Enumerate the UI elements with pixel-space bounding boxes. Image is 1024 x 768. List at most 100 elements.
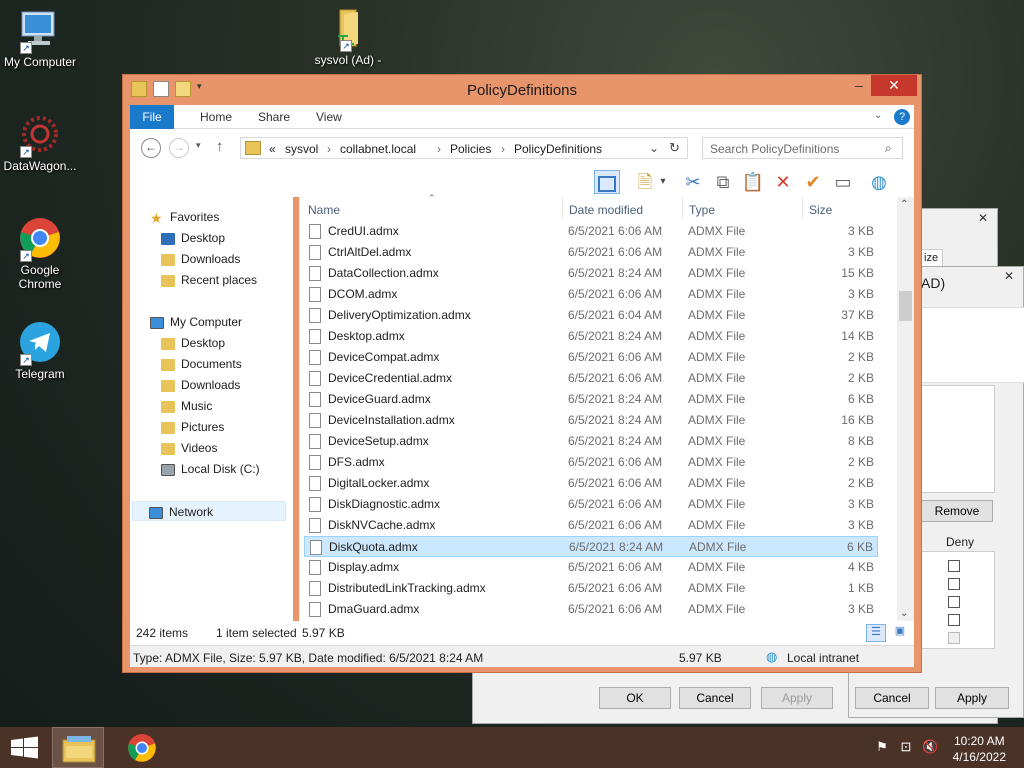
details-view-icon[interactable]: ☰	[866, 624, 886, 642]
nav-local-disk[interactable]: Local Disk (C:)	[161, 459, 260, 479]
vertical-scrollbar[interactable]: ⌃ ⌄	[897, 197, 914, 621]
desktop-icon-telegram[interactable]: ↗ Telegram	[0, 320, 80, 381]
desktop-icon-my-computer[interactable]: ↗ My Computer	[0, 8, 80, 69]
deny-checkbox[interactable]	[948, 614, 960, 626]
file-row[interactable]: CredUI.admx 6/5/2021 6:06 AM ADMX File 3 KB	[304, 221, 878, 242]
scrollbar-thumb[interactable]	[899, 291, 912, 321]
bg-cancel-button-2[interactable]: Cancel	[855, 687, 929, 709]
network-status-icon[interactable]: ⊡	[898, 739, 914, 755]
file-row[interactable]: DeviceCredential.admx 6/5/2021 6:06 AM ADM…	[304, 368, 878, 389]
copy-icon[interactable]: ⧉	[710, 170, 736, 194]
nav-documents[interactable]: Documents	[161, 354, 242, 374]
chevron-down-icon[interactable]: ▾	[656, 170, 670, 194]
file-row[interactable]: DeviceSetup.admx 6/5/2021 8:24 AM ADMX Fil…	[304, 431, 878, 452]
start-button[interactable]	[0, 727, 50, 768]
minimize-button[interactable]: –	[845, 75, 873, 96]
bg-close-button[interactable]: ✕	[973, 211, 993, 229]
nav-desktop[interactable]: Desktop	[161, 333, 225, 353]
cut-icon[interactable]: ✂	[680, 170, 706, 194]
back-button[interactable]: ←	[141, 138, 161, 158]
refresh-icon[interactable]: ↻	[669, 140, 680, 156]
address-dropdown-icon[interactable]: ⌄	[649, 141, 659, 155]
close-button[interactable]: ✕	[871, 75, 917, 96]
navigation-pane-icon[interactable]	[594, 170, 620, 194]
recent-locations-icon[interactable]: ▾	[196, 140, 201, 151]
file-row[interactable]: Desktop.admx 6/5/2021 8:24 AM ADMX File 14 …	[304, 326, 878, 347]
file-row[interactable]: DeviceInstallation.admx 6/5/2021 8:24 AM A…	[304, 410, 878, 431]
bg-apply-button[interactable]: Apply	[761, 687, 833, 709]
nav-music[interactable]: Music	[161, 396, 212, 416]
column-header-name[interactable]: Name	[308, 203, 340, 217]
tab-share[interactable]: Share	[246, 105, 302, 129]
bg-remove-button[interactable]: Remove	[921, 500, 993, 522]
scroll-up-icon[interactable]: ⌃	[900, 199, 908, 210]
file-row[interactable]: DmaGuard.admx 6/5/2021 6:06 AM ADMX File 3 …	[304, 599, 878, 620]
up-button[interactable]: ↑	[216, 138, 224, 155]
breadcrumb-policies[interactable]: Policies	[450, 142, 491, 156]
column-divider[interactable]	[802, 197, 803, 219]
nav-videos[interactable]: Videos	[161, 438, 217, 458]
column-divider[interactable]	[682, 197, 683, 219]
nav-recent-places[interactable]: Recent places	[161, 270, 257, 290]
bg-ok-button[interactable]: OK	[599, 687, 671, 709]
paste-icon[interactable]: 📋	[740, 170, 766, 194]
taskbar-chrome[interactable]	[116, 727, 168, 768]
tab-home[interactable]: Home	[188, 105, 244, 129]
breadcrumb-sysvol[interactable]: sysvol	[285, 142, 318, 156]
column-divider[interactable]	[562, 197, 563, 219]
file-row[interactable]: DiskQuota.admx 6/5/2021 8:24 AM ADMX File 6…	[304, 536, 878, 557]
column-header-type[interactable]: Type	[689, 203, 715, 217]
breadcrumb-collabnet[interactable]: collabnet.local	[340, 142, 416, 156]
nav-downloads[interactable]: Downloads	[161, 375, 240, 395]
title-bar[interactable]: ▾ PolicyDefinitions – ✕	[123, 75, 921, 105]
large-icons-view-icon[interactable]: ▣	[890, 624, 910, 642]
file-row[interactable]: DFS.admx 6/5/2021 6:06 AM ADMX File 2 KB	[304, 452, 878, 473]
bg-apply-button-2[interactable]: Apply	[935, 687, 1009, 709]
file-row[interactable]: DiskNVCache.admx 6/5/2021 6:06 AM ADMX Fil…	[304, 515, 878, 536]
deny-checkbox[interactable]	[948, 560, 960, 572]
volume-muted-icon[interactable]: 🔇	[922, 739, 938, 755]
deny-checkbox[interactable]	[948, 578, 960, 590]
breadcrumb-policydefinitions[interactable]: PolicyDefinitions	[514, 142, 602, 156]
properties-checklist-icon[interactable]: 🗎	[632, 170, 658, 194]
forward-button[interactable]: →	[169, 138, 189, 158]
deny-checkbox[interactable]	[948, 596, 960, 608]
ribbon-expand-icon[interactable]: ⌄	[874, 110, 882, 121]
action-center-flag-icon[interactable]: ⚑	[874, 739, 890, 755]
globe-icon[interactable]: ◍	[866, 170, 892, 194]
nav-pictures[interactable]: Pictures	[161, 417, 224, 437]
desktop-icon-sysvol[interactable]: ↗ sysvol (Ad) -	[308, 6, 388, 67]
system-clock[interactable]: 10:20 AM 4/16/2022	[953, 733, 1006, 765]
file-row[interactable]: DigitalLocker.admx 6/5/2021 6:06 AM ADMX F…	[304, 473, 878, 494]
file-row[interactable]: DCOM.admx 6/5/2021 6:06 AM ADMX File 3 KB	[304, 284, 878, 305]
bg-cancel-button[interactable]: Cancel	[679, 687, 751, 709]
file-row[interactable]: Display.admx 6/5/2021 6:06 AM ADMX File 4 K…	[304, 557, 878, 578]
deny-checkbox[interactable]	[948, 632, 960, 644]
desktop-icon-chrome[interactable]: ↗ Google Chrome	[0, 216, 80, 291]
file-row[interactable]: DataCollection.admx 6/5/2021 8:24 AM ADMX …	[304, 263, 878, 284]
search-input[interactable]: Search PolicyDefinitions ⌕	[702, 137, 903, 159]
file-row[interactable]: DiskDiagnostic.admx 6/5/2021 6:06 AM ADMX …	[304, 494, 878, 515]
file-row[interactable]: CtrlAltDel.admx 6/5/2021 6:06 AM ADMX File…	[304, 242, 878, 263]
breadcrumb-overflow[interactable]: «	[269, 142, 276, 156]
nav-my-computer[interactable]: My Computer	[150, 312, 242, 332]
file-row[interactable]: DeviceGuard.admx 6/5/2021 8:24 AM ADMX Fil…	[304, 389, 878, 410]
bg-tab-partial[interactable]: ize	[919, 249, 944, 267]
taskbar-file-explorer[interactable]	[52, 727, 104, 768]
help-icon[interactable]: ?	[894, 109, 910, 125]
nav-favorites[interactable]: ★ Favorites	[150, 207, 219, 227]
column-header-size[interactable]: Size	[809, 203, 832, 217]
file-row[interactable]: DistributedLinkTracking.admx 6/5/2021 6:0…	[304, 578, 878, 599]
file-row[interactable]: DeviceCompat.admx 6/5/2021 6:06 AM ADMX Fi…	[304, 347, 878, 368]
rename-icon[interactable]: ▭	[830, 170, 856, 194]
tab-file[interactable]: File	[130, 105, 174, 129]
desktop-icon-datawagon[interactable]: ↗ DataWagon...	[0, 112, 80, 173]
delete-icon[interactable]: ✕	[770, 170, 796, 194]
file-row[interactable]: DeliveryOptimization.admx 6/5/2021 6:04 A…	[304, 305, 878, 326]
nav-favorites-desktop[interactable]: Desktop	[161, 228, 225, 248]
address-bar[interactable]: « sysvol › collabnet.local › Policies › …	[240, 137, 688, 159]
nav-network[interactable]: Network	[132, 501, 286, 521]
scroll-down-icon[interactable]: ⌄	[900, 608, 908, 619]
column-header-date[interactable]: Date modified	[569, 203, 643, 217]
bg-close-button-2[interactable]: ✕	[999, 269, 1019, 287]
